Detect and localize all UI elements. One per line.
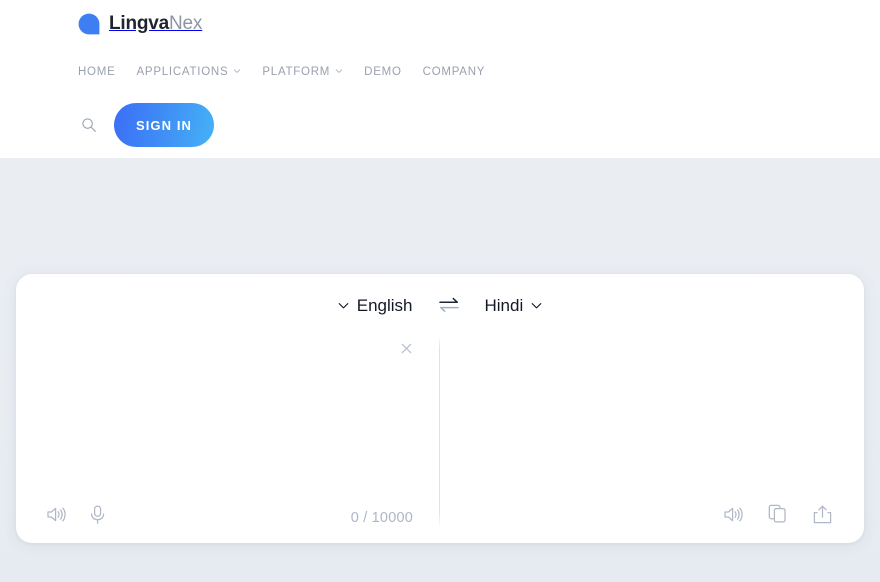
translator-card: English Hindi 0 / 10000 <box>16 274 864 543</box>
logo-text-secondary: Nex <box>169 13 203 34</box>
volume-icon <box>46 507 66 521</box>
target-tools <box>720 502 864 526</box>
source-language-label: English <box>356 295 413 315</box>
nav-item-label: COMPANY <box>422 66 486 78</box>
chevron-down-icon <box>234 69 241 73</box>
language-bar: English Hindi <box>16 274 864 336</box>
main-navigation: HOME APPLICATIONS PLATFORM DEMO COMPANY <box>78 62 485 82</box>
target-text-output <box>465 342 835 472</box>
copy-translation-button[interactable] <box>765 502 789 526</box>
sign-in-label: SIGN IN <box>135 117 193 133</box>
nav-item-label: PLATFORM <box>262 66 331 78</box>
nav-item-label: DEMO <box>364 66 402 78</box>
page-root: LingvaNex HOME APPLICATIONS PLATFORM DEM… <box>0 0 880 582</box>
site-logo[interactable]: LingvaNex <box>78 11 202 37</box>
translator-panes: 0 / 10000 <box>16 336 864 543</box>
swap-languages-button[interactable] <box>436 294 462 316</box>
source-pane: 0 / 10000 <box>16 336 439 543</box>
nav-item-label: HOME <box>78 66 116 78</box>
target-language-label: Hindi <box>484 295 524 315</box>
nav-item-label: APPLICATIONS <box>136 66 229 78</box>
speech-bubble-logo-icon <box>78 13 100 35</box>
target-language-selector[interactable]: Hindi <box>483 295 546 316</box>
source-microphone-button[interactable] <box>85 502 109 526</box>
copy-icon <box>768 504 786 523</box>
logo-text-primary: Lingva <box>109 13 170 34</box>
swap-arrows-icon <box>438 297 459 312</box>
chevron-down-icon <box>338 302 349 308</box>
volume-icon <box>723 507 743 521</box>
header-actions: SIGN IN <box>78 103 214 147</box>
source-tools <box>16 502 109 526</box>
target-speak-button[interactable] <box>720 502 744 526</box>
source-text-input[interactable] <box>42 342 412 472</box>
share-icon <box>813 505 831 523</box>
nav-item-company[interactable]: COMPANY <box>423 66 486 78</box>
search-icon <box>82 118 96 132</box>
nav-item-demo[interactable]: DEMO <box>364 66 402 78</box>
character-counter: 0 / 10000 <box>350 510 413 526</box>
source-speak-button[interactable] <box>43 502 67 526</box>
logo-wordmark: LingvaNex <box>109 13 202 35</box>
target-pane <box>439 336 864 543</box>
chevron-down-icon <box>531 302 542 308</box>
chevron-down-icon <box>335 69 343 73</box>
nav-item-platform[interactable]: PLATFORM <box>262 66 343 78</box>
share-translation-button[interactable] <box>810 502 834 526</box>
site-header: LingvaNex HOME APPLICATIONS PLATFORM DEM… <box>0 0 880 158</box>
nav-item-home[interactable]: HOME <box>78 66 116 78</box>
search-button[interactable] <box>78 114 100 136</box>
microphone-icon <box>90 504 104 524</box>
target-pane-footer <box>439 499 864 529</box>
sign-in-button[interactable]: SIGN IN <box>114 103 214 147</box>
nav-item-applications[interactable]: APPLICATIONS <box>137 66 242 78</box>
source-language-selector[interactable]: English <box>335 295 415 316</box>
